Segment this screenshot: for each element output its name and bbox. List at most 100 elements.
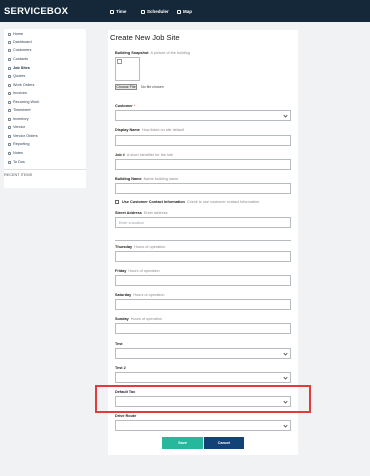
required-marker: *	[133, 104, 136, 108]
choose-file-button[interactable]: Choose File	[115, 84, 137, 90]
label-text: Friday	[115, 269, 127, 273]
display-name-label: Display Name How listed on site default	[115, 128, 184, 132]
friday-label: Friday Hours of operation	[115, 269, 160, 273]
recent-items-heading: RECENT ITEMS	[4, 173, 33, 177]
label-hint: Hours of operation	[128, 269, 160, 273]
clock-icon	[110, 9, 114, 14]
sidebar-item-home[interactable]: Home	[8, 32, 23, 36]
street-address-input[interactable]: Enter a location	[115, 217, 291, 228]
nav-scheduler[interactable]: Scheduler	[141, 9, 169, 14]
sidebar-item-label: Quotes	[13, 74, 26, 78]
sidebar-item-label: Contacts	[13, 57, 28, 61]
test-select[interactable]	[115, 348, 291, 359]
customer-label: Customer *	[115, 104, 135, 108]
building-name-label: Building Name Name building name	[115, 177, 178, 181]
collapsed-fields-divider	[115, 240, 291, 241]
highlight-box	[95, 385, 311, 413]
friday-hours-input[interactable]	[115, 275, 291, 286]
sidebar-item-recurring-work[interactable]: Recurring Work	[8, 100, 39, 104]
sidebar-item-label: Recurring Work	[13, 100, 40, 104]
vendor-orders-icon	[8, 134, 11, 138]
sidebar-item-contacts[interactable]: Contacts	[8, 57, 28, 61]
nav-map-label: Map	[183, 9, 192, 14]
test2-select[interactable]	[115, 372, 291, 383]
customer-select[interactable]	[115, 110, 291, 121]
saturday-label: Saturday Hours of operation	[115, 293, 165, 297]
sidebar-item-quotes[interactable]: Quotes	[8, 74, 25, 78]
dashboard-icon	[8, 40, 11, 44]
sidebar-item-label: Dashboard	[13, 40, 32, 44]
sidebar-item-reporting[interactable]: Reporting	[8, 142, 29, 146]
street-address-placeholder: Enter a location	[119, 221, 144, 225]
save-button[interactable]: Save	[162, 437, 203, 449]
label-text: Street Address	[115, 211, 142, 215]
test-label: Test	[115, 342, 123, 346]
sidebar-item-label: Vendor Orders	[13, 134, 38, 138]
sidebar-divider	[4, 169, 86, 170]
label-text: Building Snapshot	[115, 51, 149, 55]
job-number-label: Job # A short identifier for the site	[115, 153, 173, 157]
contacts-icon	[8, 57, 11, 61]
label-text: Saturday	[115, 293, 132, 297]
label-hint: Hours of operation	[134, 245, 166, 249]
label-text: Customer	[115, 104, 133, 108]
chevron-down-icon	[283, 375, 288, 380]
sidebar-item-label: Invoices	[13, 91, 27, 95]
drive-route-select[interactable]	[115, 420, 291, 431]
thursday-label: Thursday Hours of operation	[115, 245, 165, 249]
building-name-input[interactable]	[115, 183, 291, 194]
app-logo[interactable]: SERVICEBOX	[4, 6, 68, 17]
label-text: Job #	[115, 153, 125, 157]
label-hint: A picture of the building	[150, 51, 191, 55]
sidebar-item-invoices[interactable]: Invoices	[8, 91, 27, 95]
saturday-hours-input[interactable]	[115, 299, 291, 310]
sidebar-item-customers[interactable]: Customers	[8, 48, 31, 52]
sidebar-item-label: To Dos	[13, 160, 25, 164]
calendar-icon	[141, 9, 145, 14]
drive-route-label: Drive Route	[115, 414, 137, 418]
sidebar-item-label: Job Sites	[13, 66, 30, 70]
sunday-label: Sunday Hours of operation	[115, 317, 162, 321]
nav-map[interactable]: Map	[177, 9, 192, 14]
sidebar-item-work-orders[interactable]: Work Orders	[8, 83, 34, 87]
display-name-input[interactable]	[115, 135, 291, 146]
label-hint: Hours of operation	[133, 293, 165, 297]
work-orders-icon	[8, 83, 11, 87]
top-navigation-bar: SERVICEBOX Time Scheduler Map	[0, 0, 370, 22]
sidebar-item-label: Reporting	[13, 142, 30, 146]
sidebar-item-timesheet[interactable]: Timesheet	[8, 108, 31, 112]
notes-icon	[8, 151, 11, 155]
customers-icon	[8, 48, 11, 52]
no-file-chosen-text: No file chosen	[141, 85, 164, 89]
sidebar-item-job-sites[interactable]: Job Sites	[8, 66, 30, 70]
label-hint: Hours of operation	[130, 317, 162, 321]
label-hint: A short identifier for the site	[126, 153, 173, 157]
street-address-label: Street Address Enter address	[115, 211, 168, 215]
nav-time[interactable]: Time	[110, 9, 126, 14]
label-text: Thursday	[115, 245, 133, 249]
sidebar-item-notes[interactable]: Notes	[8, 151, 23, 155]
sunday-hours-input[interactable]	[115, 323, 291, 334]
sidebar-item-to-dos[interactable]: To Dos	[8, 160, 25, 164]
sidebar-item-vendor[interactable]: Vendor	[8, 125, 25, 129]
sidebar-item-inventory[interactable]: Inventory	[8, 117, 29, 121]
use-customer-contact-label: Use Customer Contact Information Check to…	[122, 200, 259, 204]
use-customer-contact-checkbox[interactable]	[115, 200, 119, 204]
sidebar-item-label: Notes	[13, 151, 23, 155]
job-number-input[interactable]	[115, 159, 291, 170]
thursday-hours-input[interactable]	[115, 251, 291, 262]
label-text: Use Customer Contact Information	[122, 200, 185, 204]
building-snapshot-label: Building Snapshot A picture of the buildi…	[115, 51, 190, 55]
home-icon	[8, 32, 11, 36]
sidebar: Home Dashboard Customers Contacts Job Si…	[4, 29, 86, 188]
job-sites-icon	[8, 66, 11, 70]
chevron-down-icon	[283, 113, 288, 118]
sidebar-item-dashboard[interactable]: Dashboard	[8, 40, 32, 44]
sidebar-item-label: Customers	[13, 48, 32, 52]
label-text: Sunday	[115, 317, 129, 321]
sidebar-item-vendor-orders[interactable]: Vendor Orders	[8, 134, 38, 138]
sidebar-item-label: Timesheet	[13, 108, 31, 112]
label-hint: How listed on site default	[141, 128, 185, 132]
cancel-button[interactable]: Cancel	[204, 437, 244, 449]
sidebar-item-label: Inventory	[13, 117, 29, 121]
